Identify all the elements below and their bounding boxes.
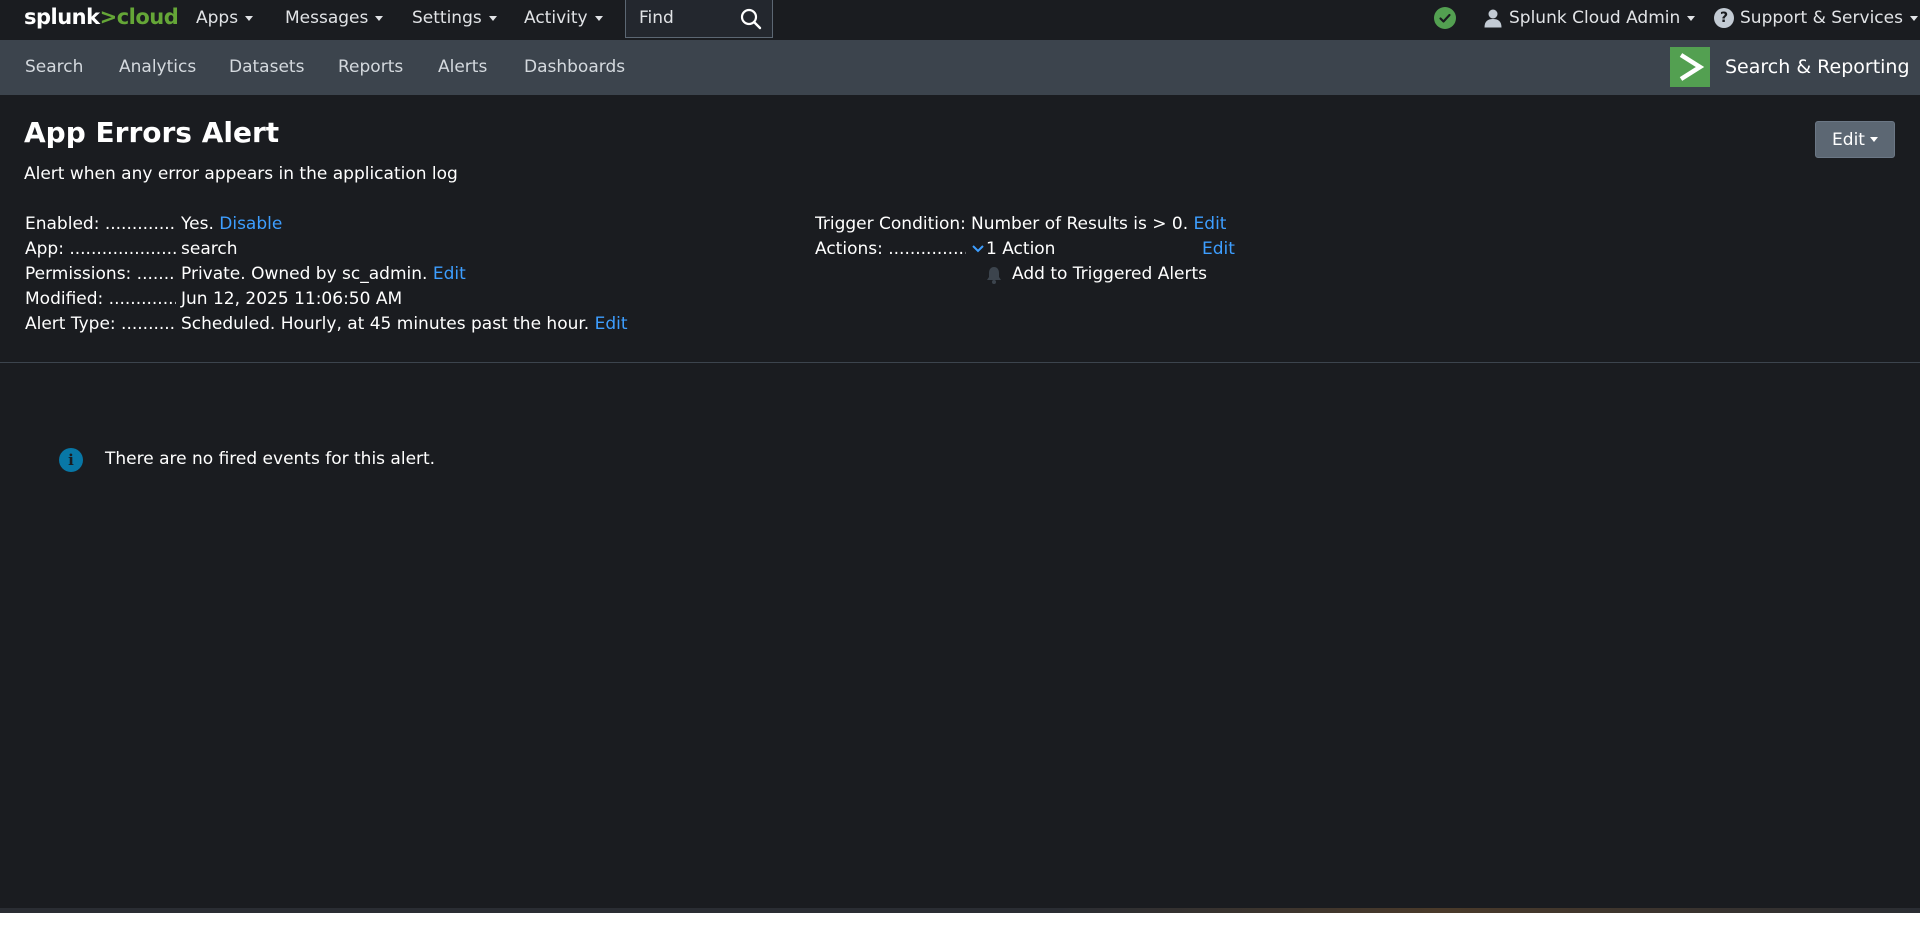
apps-menu-label: Apps — [196, 8, 239, 28]
action-item-label: Add to Triggered Alerts — [1012, 264, 1208, 284]
app-title: Search & Reporting — [1725, 56, 1910, 78]
settings-menu-label: Settings — [412, 8, 482, 28]
chevron-down-icon — [245, 15, 254, 21]
chevron-down-icon — [488, 15, 497, 21]
logo-text-cloud: >cloud — [99, 5, 179, 29]
chevron-down-icon — [1909, 15, 1918, 21]
edit-alert-type-link[interactable]: Edit — [595, 314, 628, 334]
detail-alert-type-value: Scheduled. Hourly, at 45 minutes past th… — [181, 314, 590, 334]
section-divider — [0, 362, 1920, 363]
detail-modified-label: Modified: ..............................… — [25, 289, 176, 309]
edit-alert-button[interactable]: Edit — [1815, 121, 1895, 158]
edit-permissions-link[interactable]: Edit — [433, 264, 466, 284]
detail-permissions-label: Permissions: ...........................… — [25, 264, 176, 284]
chevron-down-icon[interactable] — [971, 243, 985, 255]
empty-state-message: There are no fired events for this alert… — [105, 449, 436, 469]
bottom-edge — [0, 908, 1920, 913]
edit-alert-button-label: Edit — [1832, 129, 1865, 150]
top-bar: splunk>cloud Apps Messages Settings Acti… — [0, 0, 1920, 40]
user-icon — [1484, 9, 1502, 28]
edit-trigger-link[interactable]: Edit — [1194, 214, 1227, 234]
search-icon[interactable] — [740, 8, 762, 30]
detail-app-label: App: ...................................… — [25, 239, 176, 259]
activity-menu-label: Activity — [524, 8, 588, 28]
apps-menu[interactable]: Apps — [196, 0, 254, 36]
chevron-down-icon — [1687, 15, 1696, 21]
health-status-icon[interactable] — [1434, 7, 1456, 29]
detail-actions-value[interactable]: 1 Action — [986, 239, 1055, 259]
find-input[interactable]: Find — [625, 0, 773, 38]
chevron-down-icon — [594, 15, 603, 21]
detail-actions-label: Actions: ...............................… — [815, 239, 966, 259]
support-menu-label: Support & Services — [1740, 8, 1903, 28]
detail-trigger-value: Number of Results is > 0. — [971, 214, 1189, 234]
alert-description: Alert when any error appears in the appl… — [24, 164, 458, 184]
detail-permissions-value: Private. Owned by sc_admin. — [181, 264, 428, 284]
detail-modified-value: Jun 12, 2025 11:06:50 AM — [181, 289, 403, 309]
app-nav-reports[interactable]: Reports — [338, 57, 403, 77]
chevron-right-icon — [1679, 53, 1705, 81]
app-window: splunk>cloud Apps Messages Settings Acti… — [0, 0, 1920, 913]
messages-menu[interactable]: Messages — [285, 0, 384, 36]
detail-app-value: search — [181, 239, 238, 259]
app-bar: Search Analytics Datasets Reports Alerts… — [0, 40, 1920, 95]
search-reporting-app-icon — [1670, 47, 1710, 87]
edit-actions-link[interactable]: Edit — [1202, 239, 1235, 259]
support-menu[interactable]: ? Support & Services — [1714, 0, 1918, 36]
info-icon: i — [59, 448, 83, 472]
detail-enabled-label: Enabled: ...............................… — [25, 214, 176, 234]
app-nav-search[interactable]: Search — [25, 57, 83, 77]
splunk-cloud-logo[interactable]: splunk>cloud — [24, 5, 179, 29]
activity-menu[interactable]: Activity — [524, 0, 603, 36]
user-menu[interactable]: Splunk Cloud Admin — [1483, 0, 1696, 36]
checkmark-icon — [1439, 13, 1451, 23]
alert-title: App Errors Alert — [24, 116, 280, 149]
settings-menu[interactable]: Settings — [412, 0, 497, 36]
user-menu-label: Splunk Cloud Admin — [1509, 8, 1681, 28]
app-nav-alerts[interactable]: Alerts — [438, 57, 487, 77]
chevron-down-icon — [1869, 137, 1878, 142]
messages-menu-label: Messages — [285, 8, 369, 28]
help-icon: ? — [1714, 8, 1734, 28]
bell-icon — [987, 267, 1001, 284]
detail-enabled-value: Yes. — [181, 214, 214, 234]
find-placeholder: Find — [639, 8, 674, 28]
disable-link[interactable]: Disable — [219, 214, 282, 234]
app-nav-analytics[interactable]: Analytics — [119, 57, 196, 77]
detail-alert-type-label: Alert Type: ............................… — [25, 314, 176, 334]
logo-text-splunk: splunk — [24, 5, 100, 29]
detail-trigger-label: Trigger Condition: .....................… — [815, 214, 966, 234]
chevron-down-icon — [375, 15, 384, 21]
app-nav-dashboards[interactable]: Dashboards — [524, 57, 625, 77]
app-nav-datasets[interactable]: Datasets — [229, 57, 304, 77]
